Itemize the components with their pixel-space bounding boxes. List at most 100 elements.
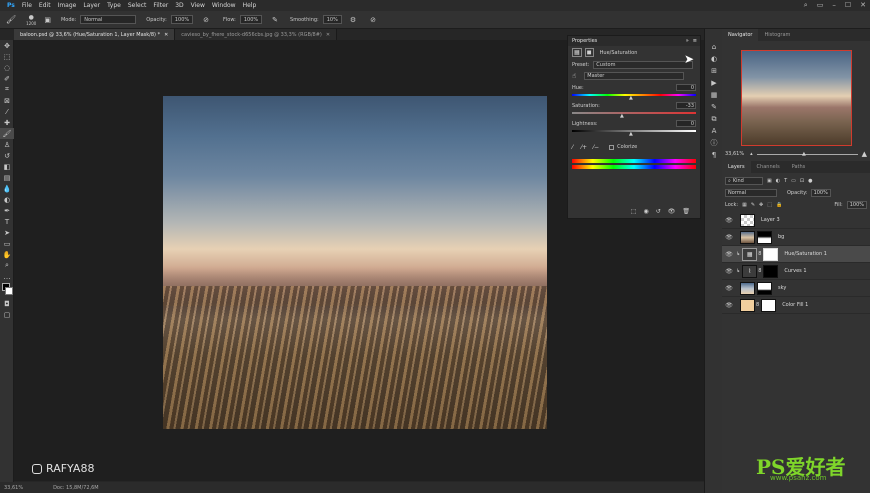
screen-mode-icon[interactable]: ▢ xyxy=(0,309,14,320)
lasso-tool-icon[interactable]: ◌ xyxy=(0,62,14,73)
info-icon[interactable]: ⓘ xyxy=(705,137,723,149)
shape-tool-icon[interactable]: ▭ xyxy=(0,238,14,249)
status-doc-size[interactable]: Doc: 15,8M/72,6M xyxy=(53,485,99,491)
channel-select[interactable]: Master xyxy=(584,71,685,80)
zoom-tool-icon[interactable]: ⌕ xyxy=(0,260,14,271)
layer-mask-thumbnail[interactable] xyxy=(757,281,772,295)
maximize-icon[interactable]: ☐ xyxy=(845,1,851,10)
artboard-tool-icon[interactable]: ⬚ xyxy=(0,51,14,62)
more-tools-icon[interactable]: … xyxy=(0,271,14,282)
hand-tool-icon[interactable]: ✋ xyxy=(0,249,14,260)
path-select-tool-icon[interactable]: ➤ xyxy=(0,227,14,238)
menu-layer[interactable]: Layer xyxy=(83,2,100,9)
layer-row[interactable]: 👁 8 Color Fill 1 xyxy=(722,297,870,314)
saturation-field[interactable]: -33 xyxy=(676,102,696,109)
layer-mask-thumbnail[interactable] xyxy=(763,247,779,261)
layer-row[interactable]: 👁 ↳ ⌇ 8 Curves 1 xyxy=(722,263,870,280)
visibility-eye-icon[interactable]: 👁 xyxy=(722,268,736,275)
close-icon[interactable]: ✕ xyxy=(164,32,168,38)
eyedropper-plus-icon[interactable]: ⁄+ xyxy=(581,144,587,151)
eyedropper-tool-icon[interactable]: ⁄ xyxy=(0,106,14,117)
adjustment-thumbnail[interactable]: ▦ xyxy=(742,247,758,261)
layer-thumbnail[interactable] xyxy=(740,230,755,244)
properties-tab[interactable]: Properties xyxy=(572,38,597,44)
pressure-opacity-icon[interactable]: ⊘ xyxy=(203,16,209,24)
lock-position-icon[interactable]: ✥ xyxy=(759,202,763,208)
view-previous-icon[interactable]: ◉ xyxy=(643,208,648,215)
link-icon[interactable]: 8 xyxy=(758,251,761,257)
paragraph-icon[interactable]: ¶ xyxy=(705,149,723,161)
filter-smart-icon[interactable]: ⊡ xyxy=(800,178,804,184)
filter-pixel-icon[interactable]: ▣ xyxy=(767,178,772,184)
visibility-eye-icon[interactable]: 👁 xyxy=(722,285,736,292)
workspace-icon[interactable]: ▭ xyxy=(817,1,824,10)
adjustments-icon[interactable]: ◐ xyxy=(705,53,723,65)
menu-window[interactable]: Window xyxy=(212,2,236,9)
visibility-eye-icon[interactable]: 👁 xyxy=(722,234,736,241)
layer-row[interactable]: 👁 sky xyxy=(722,280,870,297)
status-zoom[interactable]: 33,61% xyxy=(4,485,23,491)
targeted-adjustment-icon[interactable]: ☝ xyxy=(572,72,576,80)
layer-row[interactable]: 👁 bg xyxy=(722,229,870,246)
link-icon[interactable]: 8 xyxy=(758,268,761,274)
clone-source-icon[interactable]: ⧉ xyxy=(705,113,723,125)
layer-thumbnail[interactable] xyxy=(740,213,755,227)
visibility-icon[interactable]: 👁 xyxy=(668,208,676,215)
colorize-checkbox[interactable] xyxy=(609,144,615,150)
layer-row-selected[interactable]: 👁 ↳ ▦ 8 Hue/Saturation 1 xyxy=(722,246,870,263)
visibility-eye-icon[interactable]: 👁 xyxy=(722,302,736,309)
delete-icon[interactable]: 🗑 xyxy=(682,208,690,215)
color-swatches[interactable] xyxy=(0,282,14,298)
search-icon[interactable]: ⌕ xyxy=(804,1,808,10)
fill-field[interactable]: 100% xyxy=(846,200,867,209)
character-icon[interactable]: A xyxy=(705,125,723,137)
menu-view[interactable]: View xyxy=(191,2,205,9)
document-canvas[interactable] xyxy=(163,96,547,429)
tab-document-2[interactable]: cavieso_by_fhere_stock-d656cbs.jpg @ 33,… xyxy=(175,29,338,40)
dodge-tool-icon[interactable]: ◐ xyxy=(0,194,14,205)
layer-mask-icon[interactable]: ◼ xyxy=(584,48,594,57)
filter-shape-icon[interactable]: ▭ xyxy=(791,178,796,184)
panel-menu-icon[interactable]: ≡ xyxy=(693,38,697,44)
gradient-tool-icon[interactable]: ▤ xyxy=(0,172,14,183)
close-icon[interactable]: ✕ xyxy=(326,32,330,38)
menu-type[interactable]: Type xyxy=(107,2,121,9)
crop-tool-icon[interactable]: ⌗ xyxy=(0,84,14,95)
move-tool-icon[interactable]: ✥ xyxy=(0,40,14,51)
eyedropper-minus-icon[interactable]: ⁄− xyxy=(593,144,599,151)
history-icon[interactable]: ⌂ xyxy=(705,41,723,53)
navigator-zoom-slider[interactable]: ▲ xyxy=(756,151,858,157)
swatches-icon[interactable]: ▦ xyxy=(705,89,723,101)
adjustment-thumbnail[interactable]: ⌇ xyxy=(742,264,758,278)
close-icon[interactable]: ✕ xyxy=(860,1,866,10)
eyedropper-icon[interactable]: ⁄ xyxy=(572,144,573,151)
brush-tool-icon[interactable]: 🖌 xyxy=(0,128,14,139)
history-brush-tool-icon[interactable]: ↺ xyxy=(0,150,14,161)
tab-navigator[interactable]: Navigator xyxy=(722,29,759,41)
filter-adjustment-icon[interactable]: ◐ xyxy=(776,178,780,184)
tab-layers[interactable]: Layers xyxy=(722,161,751,173)
smoothing-field[interactable]: 10% xyxy=(322,15,342,24)
frame-tool-icon[interactable]: ⊠ xyxy=(0,95,14,106)
kind-select[interactable]: ⌕ Kind xyxy=(725,176,763,185)
blur-tool-icon[interactable]: 💧 xyxy=(0,183,14,194)
quick-select-tool-icon[interactable]: ✐ xyxy=(0,73,14,84)
link-icon[interactable]: 8 xyxy=(756,302,759,308)
lock-paint-icon[interactable]: ✎ xyxy=(751,202,755,208)
fill-thumbnail[interactable] xyxy=(740,298,755,312)
brush-preset-picker[interactable]: ● 1200 xyxy=(26,14,36,26)
zoom-out-icon[interactable]: ▴ xyxy=(750,151,753,157)
menu-select[interactable]: Select xyxy=(128,2,147,9)
flow-field[interactable]: 100% xyxy=(239,15,263,24)
tab-channels[interactable]: Channels xyxy=(751,164,786,170)
tab-histogram[interactable]: Histogram xyxy=(758,32,796,38)
actions-icon[interactable]: ▶ xyxy=(705,77,723,89)
layer-mask-thumbnail[interactable] xyxy=(757,230,772,244)
navigator-zoom-value[interactable]: 33,61% xyxy=(725,151,744,157)
quick-mask-icon[interactable]: ◘ xyxy=(0,298,14,309)
layer-mask-thumbnail[interactable] xyxy=(763,264,779,278)
brushes-icon[interactable]: ✎ xyxy=(705,101,723,113)
collapse-icon[interactable]: » xyxy=(686,38,689,44)
zoom-in-icon[interactable]: ▲ xyxy=(862,150,867,158)
filter-type-icon[interactable]: T xyxy=(784,178,787,184)
